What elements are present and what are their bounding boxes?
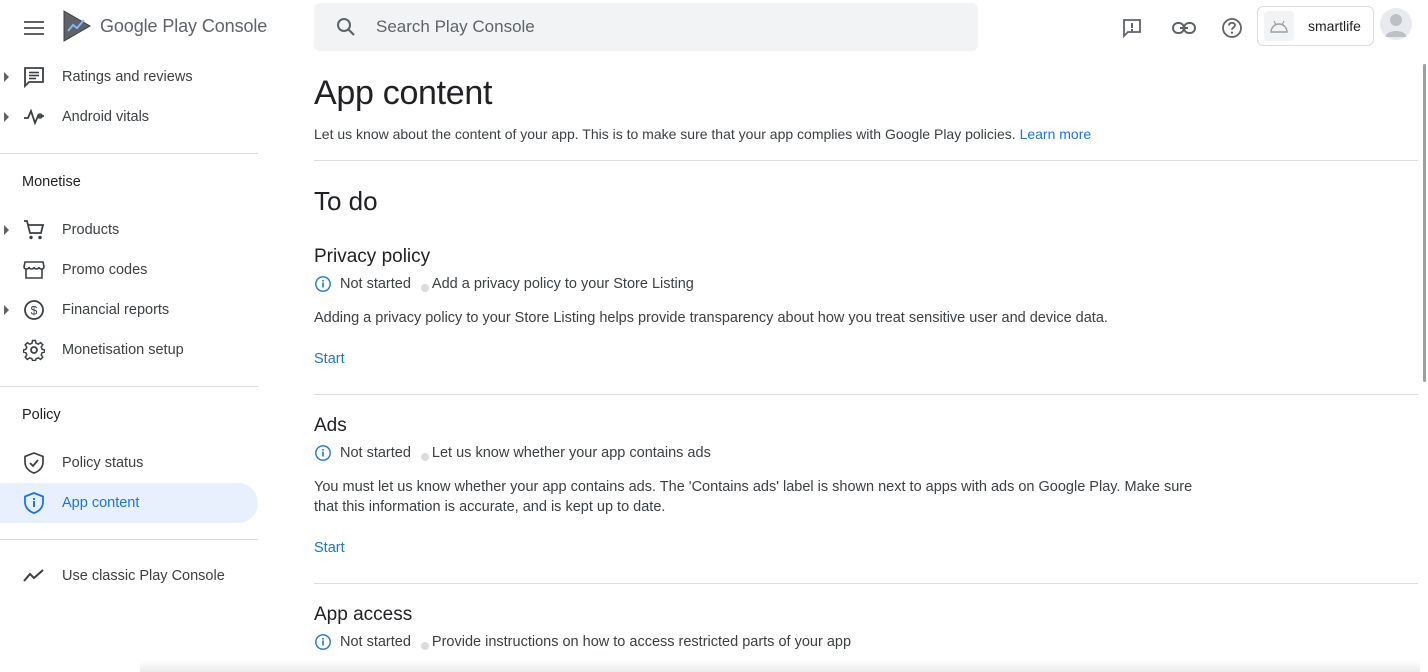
app-name: smartlife — [1308, 18, 1361, 34]
page-description: Let us know about the content of your ap… — [314, 126, 1091, 142]
card-title-app-access: App access — [314, 604, 413, 625]
menu-icon[interactable] — [20, 14, 48, 42]
reviews-icon — [22, 65, 46, 89]
status-badge: Not started — [340, 445, 411, 461]
shield-info-icon — [22, 491, 46, 515]
sidebar-item-monetisation-setup[interactable]: Monetisation setup — [0, 330, 258, 370]
sidebar-item-financial-reports[interactable]: $ Financial reports — [0, 290, 258, 330]
sidebar-item-label: Use classic Play Console — [62, 568, 225, 584]
trend-icon — [22, 564, 46, 588]
sidebar-item-policy-status[interactable]: Policy status — [0, 443, 258, 483]
expand-caret-icon[interactable] — [4, 225, 9, 235]
search-placeholder: Search Play Console — [376, 17, 535, 36]
divider — [314, 583, 1418, 584]
sidebar-item-app-content[interactable]: App content — [0, 483, 258, 523]
sidebar: Ratings and reviews Android vitals Monet… — [0, 56, 258, 672]
sidebar-item-label: App content — [62, 495, 140, 511]
app-switcher[interactable]: smartlife — [1257, 6, 1374, 46]
divider — [0, 539, 258, 540]
help-icon[interactable] — [1218, 14, 1246, 42]
svg-text:$: $ — [31, 304, 38, 318]
status-row: Not started Provide instructions on how … — [314, 633, 851, 651]
card-title-privacy-policy: Privacy policy — [314, 246, 431, 267]
expand-caret-icon[interactable] — [4, 305, 9, 315]
section-title-to-do: To do — [314, 186, 378, 216]
link-icon[interactable] — [1170, 14, 1198, 42]
info-icon — [315, 634, 331, 650]
page-description-text: Let us know about the content of your ap… — [314, 126, 1016, 142]
dollar-icon: $ — [22, 298, 46, 322]
info-icon — [315, 445, 331, 461]
sidebar-item-ratings-and-reviews[interactable]: Ratings and reviews — [0, 57, 258, 97]
divider — [0, 386, 258, 387]
sidebar-item-label: Promo codes — [62, 262, 148, 278]
card-summary: Provide instructions on how to access re… — [431, 634, 852, 650]
avatar[interactable] — [1380, 8, 1412, 40]
card-description: You must let us know whether your app co… — [314, 479, 1193, 515]
status-row: Not started Add a privacy policy to your… — [314, 275, 694, 293]
status-badge: Not started — [340, 634, 411, 650]
sidebar-item-label: Monetisation setup — [62, 342, 184, 358]
start-button[interactable]: Start — [314, 540, 345, 556]
logo-suffix: Console — [201, 15, 268, 36]
top-bar: Google Play Console Search Play Console … — [0, 0, 1428, 56]
card-description: Adding a privacy policy to your Store Li… — [314, 310, 1108, 326]
shield-check-icon — [22, 451, 46, 475]
section-title-policy: Policy — [22, 407, 61, 423]
feedback-icon[interactable] — [1118, 14, 1146, 42]
store-icon — [22, 258, 46, 282]
sidebar-item-label: Policy status — [62, 455, 144, 471]
sidebar-item-use-classic-console[interactable]: Use classic Play Console — [0, 556, 258, 596]
divider — [314, 160, 1418, 161]
separator-dot — [420, 453, 429, 461]
card-summary: Add a privacy policy to your Store Listi… — [431, 276, 694, 292]
sidebar-item-label: Android vitals — [62, 109, 150, 125]
sidebar-item-products[interactable]: Products — [0, 210, 258, 250]
start-button[interactable]: Start — [314, 351, 345, 367]
search-input[interactable]: Search Play Console — [314, 3, 978, 51]
android-app-icon — [1264, 11, 1294, 41]
sidebar-item-label: Financial reports — [62, 302, 170, 318]
page-title: App content — [314, 74, 493, 112]
divider — [314, 394, 1418, 395]
gear-icon — [22, 338, 46, 362]
learn-more-link[interactable]: Learn more — [1020, 126, 1092, 142]
status-badge: Not started — [340, 276, 411, 292]
divider — [0, 153, 258, 154]
scrollbar-thumb[interactable] — [1423, 64, 1426, 382]
separator-dot — [420, 642, 429, 650]
info-icon — [315, 276, 331, 292]
vitals-icon — [22, 105, 46, 129]
sidebar-item-promo-codes[interactable]: Promo codes — [0, 250, 258, 290]
bottom-shadow — [140, 660, 1420, 672]
search-icon — [337, 18, 355, 36]
main-content: App content Let us know about the conten… — [314, 56, 1418, 672]
separator-dot — [420, 284, 429, 292]
status-row: Not started Let us know whether your app… — [314, 444, 711, 462]
expand-caret-icon[interactable] — [4, 112, 9, 122]
card-summary: Let us know whether your app contains ad… — [431, 445, 711, 461]
sidebar-item-label: Ratings and reviews — [62, 69, 193, 85]
sidebar-item-android-vitals[interactable]: Android vitals — [0, 97, 258, 137]
logo-text: Google Play — [100, 15, 197, 36]
expand-caret-icon[interactable] — [4, 72, 9, 82]
cart-icon — [22, 218, 46, 242]
play-console-logo-icon — [63, 10, 92, 42]
section-title-monetise: Monetise — [22, 174, 81, 190]
sidebar-item-label: Products — [62, 222, 120, 238]
card-title-ads: Ads — [314, 415, 347, 436]
play-console-logo[interactable]: Google Play Console — [62, 10, 267, 42]
